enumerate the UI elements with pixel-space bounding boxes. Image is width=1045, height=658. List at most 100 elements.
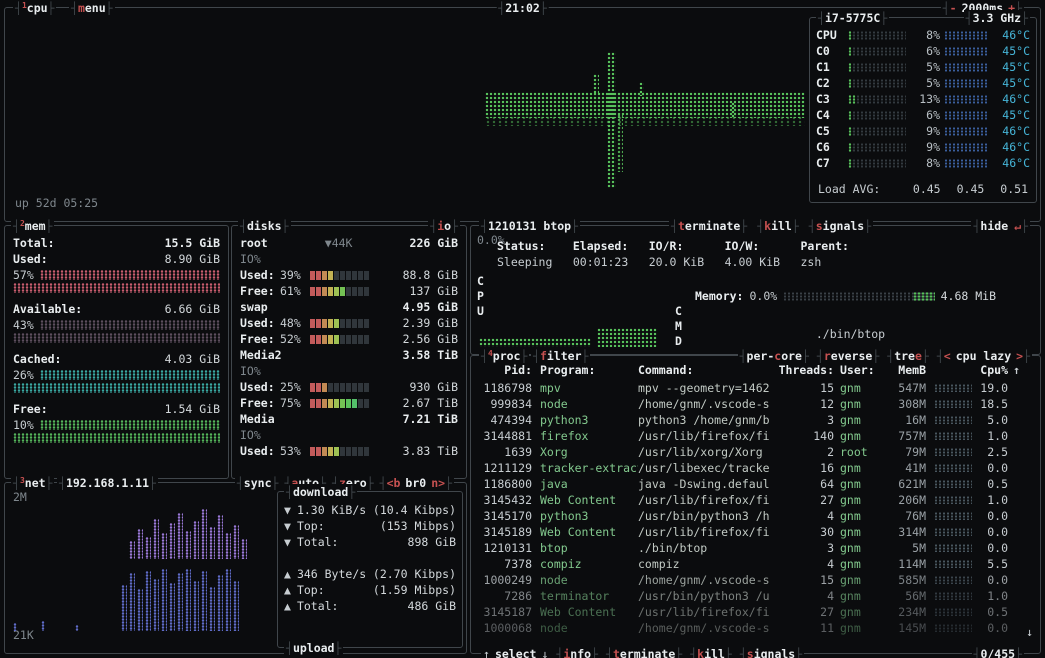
interface-selector[interactable]: <bbr0n>: [380, 475, 452, 491]
process-cpu: 19.0: [972, 380, 1008, 396]
process-program: mpv: [532, 380, 638, 396]
io-mode-button[interactable]: io: [428, 218, 460, 233]
process-row[interactable]: 1000249 node /home/gnm/.vscode-s 15 gnm …: [476, 572, 1035, 588]
process-row[interactable]: 1000068 node /home/gnm/.vscode-s 11 gnm …: [476, 620, 1035, 636]
process-row[interactable]: 1186798 mpv mpv --geometry=1462 15 gnm 5…: [476, 380, 1035, 396]
net-box-title[interactable]: 3net: [11, 475, 54, 490]
header-pid[interactable]: Pid:: [476, 362, 532, 378]
process-pid: 1186798: [476, 380, 532, 396]
process-row[interactable]: 7378 compiz compiz 4 gnm 114M 5.5: [476, 556, 1035, 572]
interval-decrease-icon[interactable]: -: [950, 0, 957, 16]
core-temp-graph: [944, 79, 988, 88]
process-cpu: 0.0: [972, 508, 1008, 524]
disk-size: 3.58 TiB: [403, 347, 458, 363]
process-row[interactable]: 3145432 Web Content /usr/lib/firefox/fi …: [476, 492, 1035, 508]
process-mini-graph: [934, 496, 972, 504]
process-row[interactable]: 3144881 firefox /usr/lib/firefox/fi 140 …: [476, 428, 1035, 444]
scroll-up-icon[interactable]: ↑: [1008, 362, 1020, 378]
detail-cpu-graph: [597, 328, 657, 347]
proc-box-title[interactable]: 4proc: [479, 348, 529, 363]
mem-usage-band: [40, 270, 220, 280]
disk-list: root ▼44K 226 GiB IO% Used: 39% 88.8 GiB: [240, 235, 458, 459]
select-hint[interactable]: ↑select↓: [483, 646, 548, 658]
net-stat-row: ▼ Top: (153 Mibps): [284, 518, 456, 534]
header-program[interactable]: Program:: [532, 362, 638, 378]
process-threads: 27: [778, 604, 834, 620]
process-action-button[interactable]: signals: [809, 218, 871, 234]
process-mini-graph: [934, 544, 972, 552]
cpu-model: i7-5775C: [816, 10, 889, 25]
sort-next-icon[interactable]: >: [1016, 348, 1023, 364]
cpu-core-row: C4 6% 45°C: [816, 107, 1030, 123]
header-command[interactable]: Command:: [638, 362, 778, 378]
process-user: gnm: [834, 572, 878, 588]
detail-stat: Elapsed: 00:01:23: [573, 238, 628, 270]
process-row[interactable]: 3145170 python3 /usr/bin/python3 /h 4 gn…: [476, 508, 1035, 524]
header-user[interactable]: User:: [834, 362, 878, 378]
proc-footer-button[interactable]: info: [556, 646, 598, 658]
process-program: btop: [532, 540, 638, 556]
process-mem: 56M: [878, 588, 926, 604]
sort-prev-icon[interactable]: <: [944, 348, 951, 364]
mem-entry: Cached: 4.03 GiB 26%: [13, 351, 220, 393]
process-threads: 3: [778, 412, 834, 428]
process-user: gnm: [834, 412, 878, 428]
process-row[interactable]: 1211129 tracker-extract /usr/libexec/tra…: [476, 460, 1035, 476]
proc-option-button[interactable]: reverse: [817, 348, 879, 364]
proc-footer-button[interactable]: kill: [690, 646, 732, 658]
mem-box-title[interactable]: 2mem: [11, 218, 54, 233]
process-cpu: 0.5: [972, 604, 1008, 620]
cpu-box: 1cpu menu 21:02 -2000ms+ up 52d 05:25 i7…: [4, 7, 1041, 222]
core-list: CPU 8% 46°C C0 6% 45°C C1: [816, 27, 1030, 171]
process-row[interactable]: 1639 Xorg /usr/lib/xorg/Xorg 2 root 79M …: [476, 444, 1035, 460]
detail-cmd-letters: C M D: [675, 304, 682, 349]
disks-box-title[interactable]: disks: [238, 218, 291, 233]
menu-button[interactable]: menu: [69, 0, 115, 15]
mem-total-row: Total:15.5 GiB: [13, 235, 220, 251]
process-command: /home/gnm/.vscode-s: [638, 396, 778, 412]
process-pid: 999834: [476, 396, 532, 412]
proc-option-button[interactable]: per-core: [740, 348, 809, 364]
filter-button[interactable]: filter: [531, 348, 590, 363]
process-action-button[interactable]: kill: [757, 218, 799, 234]
proc-footer-button[interactable]: signals: [740, 646, 802, 658]
detail-stat-label: IO/R:: [649, 238, 704, 254]
sort-selector[interactable]: <cpu lazy>: [937, 348, 1030, 364]
process-threads: 16: [778, 460, 834, 476]
header-mem[interactable]: MemB: [878, 362, 926, 378]
detail-memory-row: Memory: 0.0% 4.68 MiB: [695, 288, 996, 304]
header-cpu[interactable]: Cpu%: [972, 362, 1008, 378]
proc-footer-button[interactable]: terminate: [606, 646, 682, 658]
mem-entry-percent: 26%: [13, 367, 34, 383]
process-command: /usr/libexec/tracke: [638, 460, 778, 476]
core-usage-meter: [848, 127, 906, 136]
process-row[interactable]: 999834 node /home/gnm/.vscode-s 12 gnm 3…: [476, 396, 1035, 412]
process-program: node: [532, 396, 638, 412]
core-usage-meter: [848, 143, 906, 152]
core-label: C3: [816, 91, 844, 107]
proc-footer: ↑select↓ info terminate kill signals: [481, 646, 804, 658]
hide-button[interactable]: hide↵: [971, 218, 1030, 233]
process-threads: 12: [778, 396, 834, 412]
process-cpu: 0.0: [972, 620, 1008, 636]
header-threads[interactable]: Threads:: [778, 362, 834, 378]
process-row[interactable]: 474394 python3 python3 /home/gnm/b 3 gnm…: [476, 412, 1035, 428]
process-row[interactable]: 3145187 Web Content /usr/lib/firefox/fi …: [476, 604, 1035, 620]
process-command: compiz: [638, 556, 778, 572]
upload-arrow-icon: ▲: [284, 582, 291, 598]
process-row[interactable]: 3145189 Web Content /usr/lib/firefox/fi …: [476, 524, 1035, 540]
process-command: python3 /home/gnm/b: [638, 412, 778, 428]
cpu-box-title[interactable]: 1cpu: [13, 0, 56, 15]
scroll-down-icon[interactable]: ↓: [1026, 624, 1033, 640]
process-action-button[interactable]: terminate: [671, 218, 747, 234]
net-stat-row: ▼ 1.30 KiB/s (10.4 Kibps): [284, 502, 456, 518]
process-cpu: 0.5: [972, 476, 1008, 492]
process-cpu: 1.0: [972, 428, 1008, 444]
process-row[interactable]: 1186800 java java -Dswing.defaul 64 gnm …: [476, 476, 1035, 492]
proc-option-button[interactable]: tree: [887, 348, 929, 364]
sync-button[interactable]: sync: [237, 475, 279, 491]
process-row[interactable]: 1210131 btop ./bin/btop 3 gnm 5M 0.0: [476, 540, 1035, 556]
btop-app: { "cpu": { "num": "1", "title": "cpu", "…: [0, 0, 1045, 658]
process-row[interactable]: 7286 terminator /usr/bin/python3 /u 4 gn…: [476, 588, 1035, 604]
process-cpu: 0.0: [972, 524, 1008, 540]
